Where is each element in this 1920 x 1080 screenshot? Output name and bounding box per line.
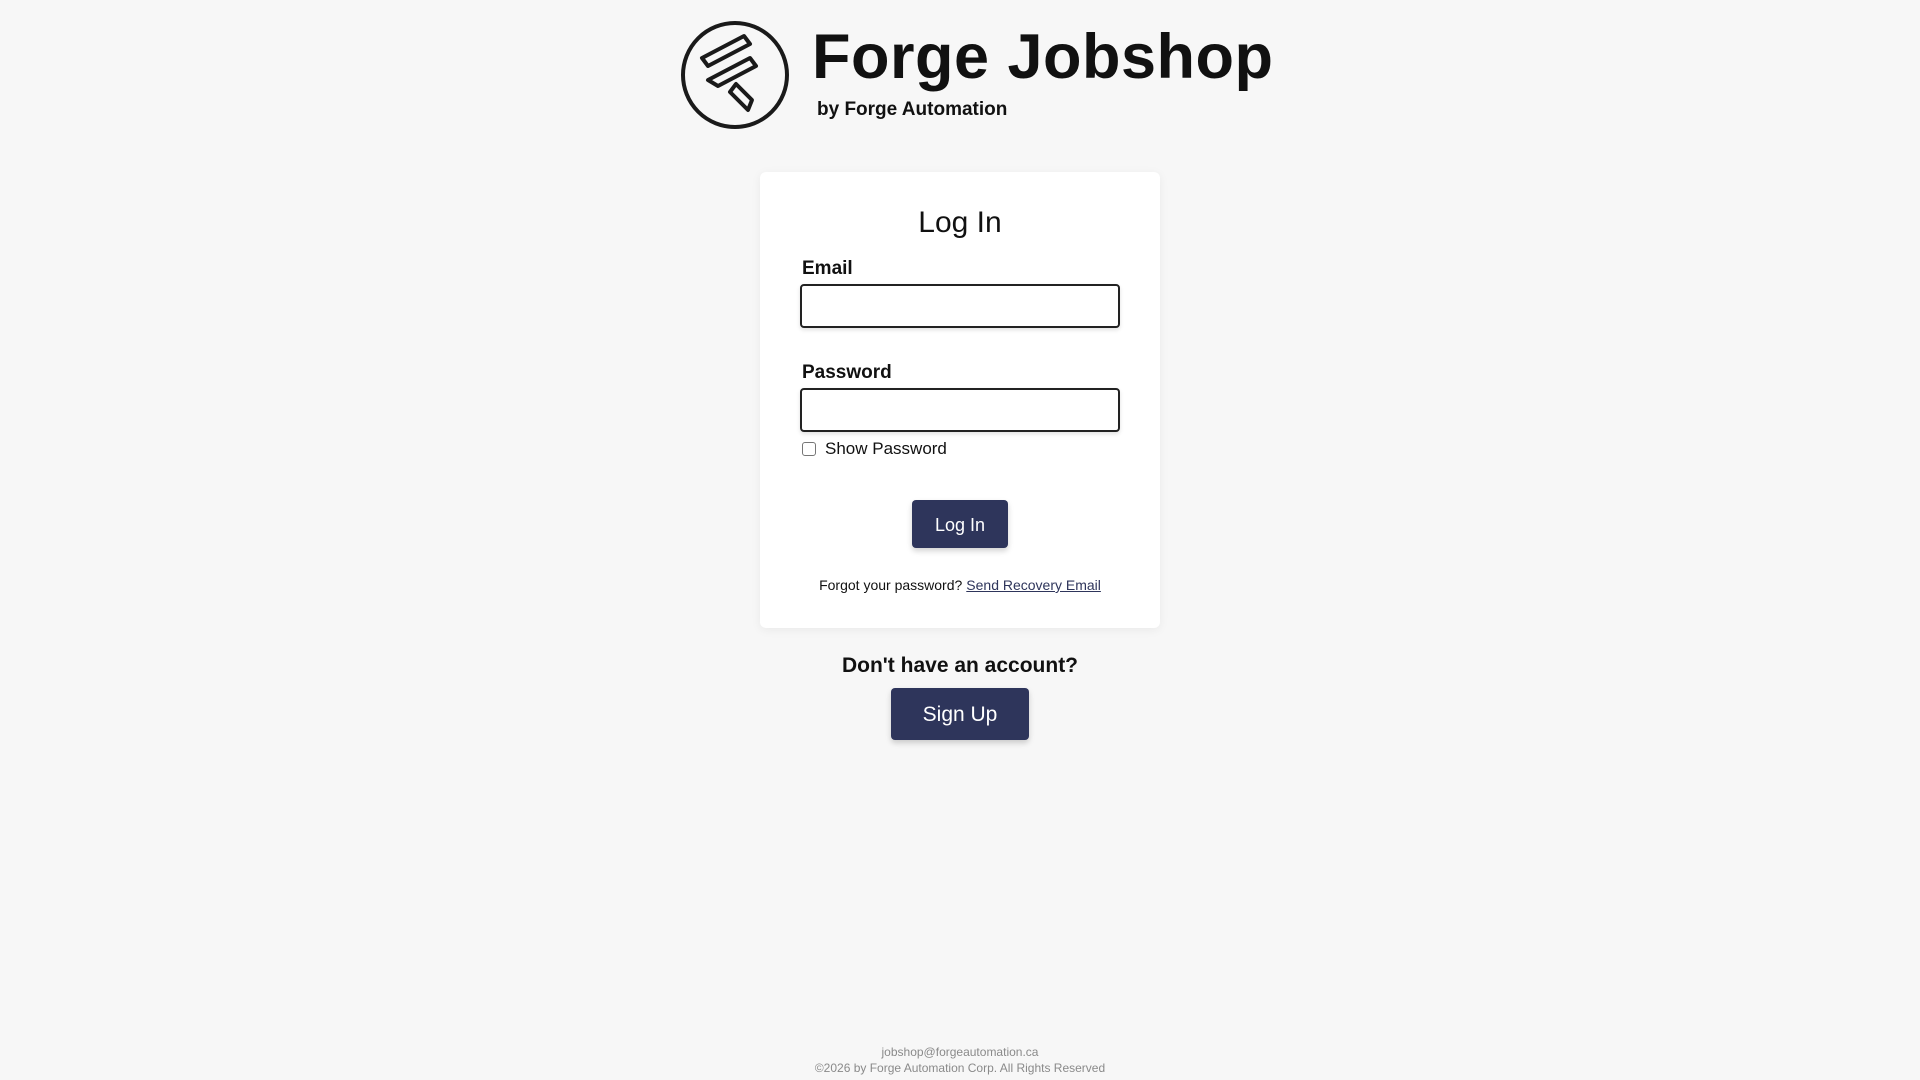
forge-logo-icon	[681, 21, 789, 129]
password-field[interactable]	[800, 388, 1120, 432]
login-card: Log In Email Password Show Password Log …	[760, 172, 1160, 628]
signup-prompt: Don't have an account?	[841, 654, 1079, 677]
forgot-password-row: Forgot your password? Send Recovery Email	[760, 577, 1160, 593]
login-title: Log In	[918, 206, 1002, 239]
forgot-password-text: Forgot your password?	[819, 577, 963, 593]
app-subtitle: by Forge Automation	[817, 99, 1008, 120]
show-password-checkbox[interactable]	[802, 442, 816, 456]
login-button[interactable]: Log In	[912, 500, 1008, 548]
app-title: Forge Jobshop	[812, 22, 1274, 92]
signup-button[interactable]: Sign Up	[891, 688, 1029, 740]
brand-header: Forge Jobshop by Forge Automation	[680, 20, 1274, 132]
email-label: Email	[802, 258, 853, 279]
show-password-label: Show Password	[825, 439, 947, 458]
show-password-toggle[interactable]: Show Password	[802, 439, 947, 459]
footer-email: jobshop@forgeautomation.ca	[881, 1045, 1039, 1059]
send-recovery-email-link[interactable]: Send Recovery Email	[966, 577, 1101, 593]
password-label: Password	[802, 362, 892, 383]
email-field[interactable]	[800, 284, 1120, 328]
footer-copyright: ©2026 by Forge Automation Corp. All Righ…	[814, 1061, 1106, 1075]
